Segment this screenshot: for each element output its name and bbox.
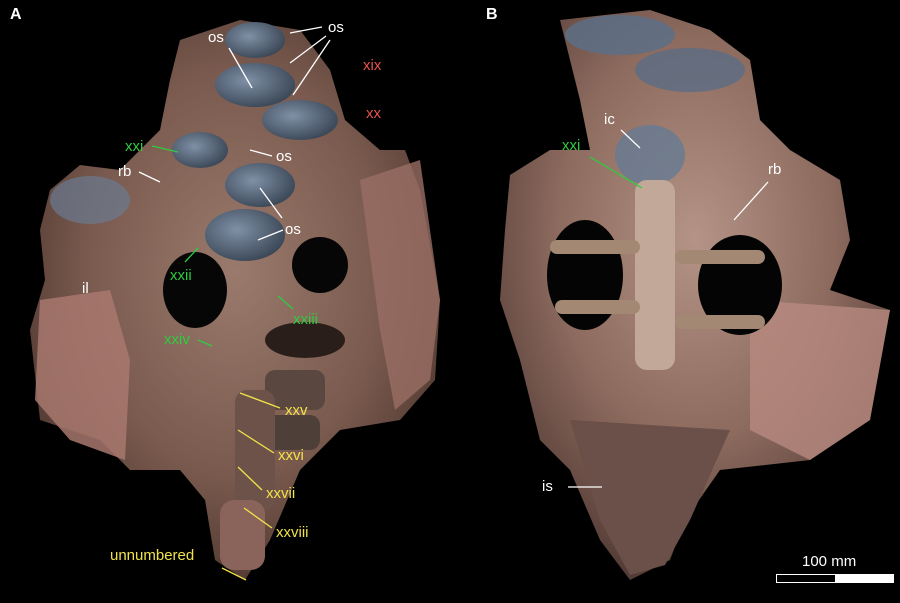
sacrum-photo-b [500, 10, 890, 580]
panel-b-ventral-view: B ic xxi rb is [450, 0, 900, 603]
label-os-top-right: os [328, 19, 344, 36]
label-xix: xix [363, 57, 382, 74]
label-rb-a: rb [118, 163, 132, 180]
scale-bar-label: 100 mm [802, 553, 857, 570]
label-xxi-a: xxi [125, 138, 144, 155]
label-xxiv: xxiv [164, 331, 190, 348]
label-xxvii: xxvii [266, 485, 296, 502]
label-xxii: xxii [170, 267, 192, 284]
label-ic: ic [604, 111, 615, 128]
label-xxv: xxv [285, 402, 308, 419]
label-xxvi: xxvi [278, 447, 304, 464]
sacrum-photo-a [30, 20, 440, 580]
label-rb-b: rb [768, 161, 782, 178]
label-il: il [82, 280, 89, 297]
label-is: is [542, 478, 553, 495]
panel-letter-b: B [486, 6, 498, 23]
panel-a-dorsal-view: A os os xix xx xxi rb os os il xxii xxii… [0, 0, 450, 603]
label-xx: xx [366, 105, 381, 122]
scale-bar [776, 574, 894, 583]
label-unnumbered: unnumbered [110, 547, 195, 564]
panel-letter-a: A [10, 6, 22, 23]
label-xxiii: xxiii [293, 311, 318, 328]
label-os-low: os [285, 221, 301, 238]
label-xxviii: xxviii [276, 524, 309, 541]
label-os-mid: os [276, 148, 292, 165]
label-xxi-b: xxi [562, 137, 581, 154]
label-os-top-left: os [208, 29, 224, 46]
